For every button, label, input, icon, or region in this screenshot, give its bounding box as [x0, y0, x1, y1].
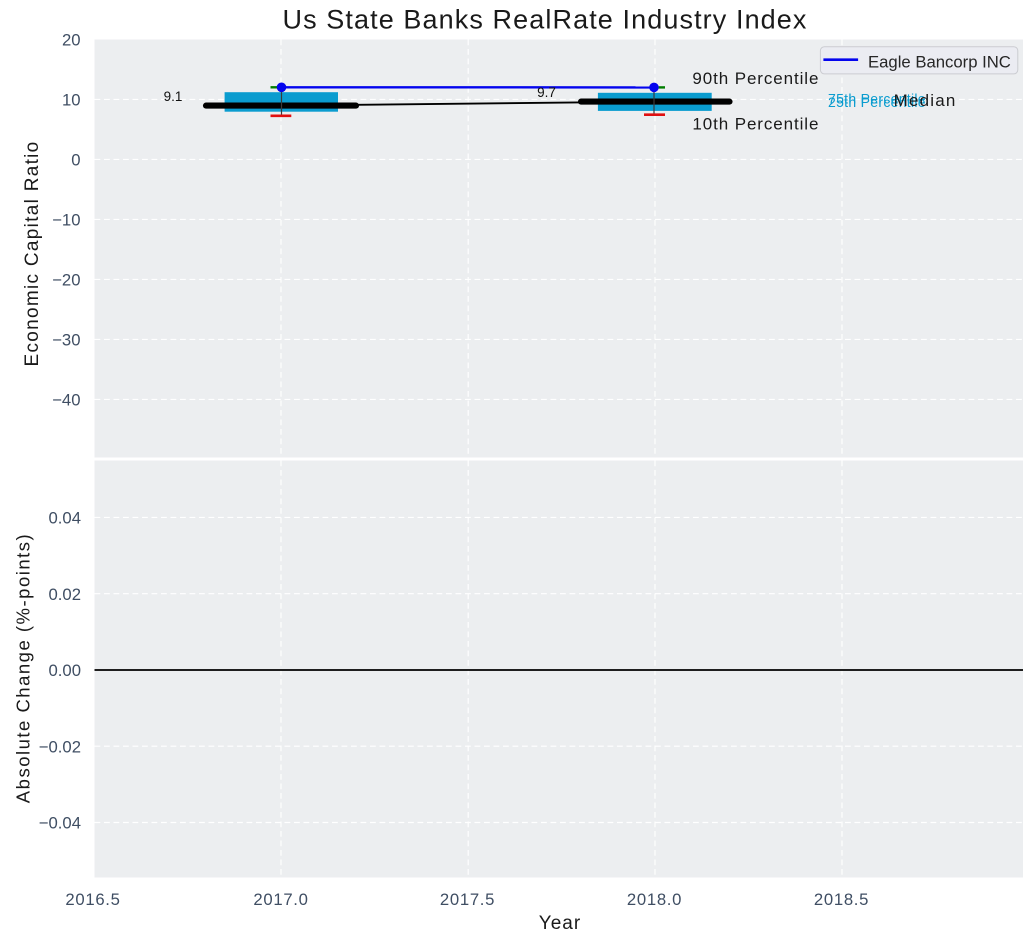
svg-text:−40: −40	[52, 391, 80, 410]
svg-text:Eagle Bancorp INC: Eagle Bancorp INC	[868, 52, 1011, 71]
svg-text:−10: −10	[52, 211, 80, 230]
svg-text:−20: −20	[52, 271, 80, 290]
svg-text:0.02: 0.02	[49, 585, 81, 604]
svg-text:Absolute Change (%-points): Absolute Change (%-points)	[12, 533, 33, 803]
svg-text:90th Percentile: 90th Percentile	[692, 69, 819, 88]
svg-text:2017.0: 2017.0	[253, 890, 308, 909]
svg-text:−0.04: −0.04	[39, 814, 81, 833]
svg-text:10th Percentile: 10th Percentile	[692, 115, 819, 134]
svg-text:20: 20	[62, 31, 81, 50]
svg-text:0.00: 0.00	[49, 661, 81, 680]
svg-text:0.04: 0.04	[49, 509, 81, 528]
svg-text:2016.5: 2016.5	[65, 890, 120, 909]
svg-text:2017.5: 2017.5	[440, 890, 495, 909]
svg-text:9.7: 9.7	[537, 85, 556, 100]
svg-text:Year: Year	[539, 913, 581, 934]
svg-text:Median: Median	[894, 91, 957, 110]
svg-text:10: 10	[62, 91, 81, 110]
svg-text:Economic Capital Ratio: Economic Capital Ratio	[22, 140, 43, 366]
svg-text:−30: −30	[52, 331, 80, 350]
svg-text:−0.02: −0.02	[39, 737, 81, 756]
svg-text:9.1: 9.1	[164, 89, 183, 104]
svg-text:0: 0	[71, 151, 80, 170]
svg-text:Us State Banks RealRate Indust: Us State Banks RealRate Industry Index	[282, 5, 807, 35]
svg-text:2018.5: 2018.5	[814, 890, 869, 909]
svg-text:2018.0: 2018.0	[627, 890, 682, 909]
